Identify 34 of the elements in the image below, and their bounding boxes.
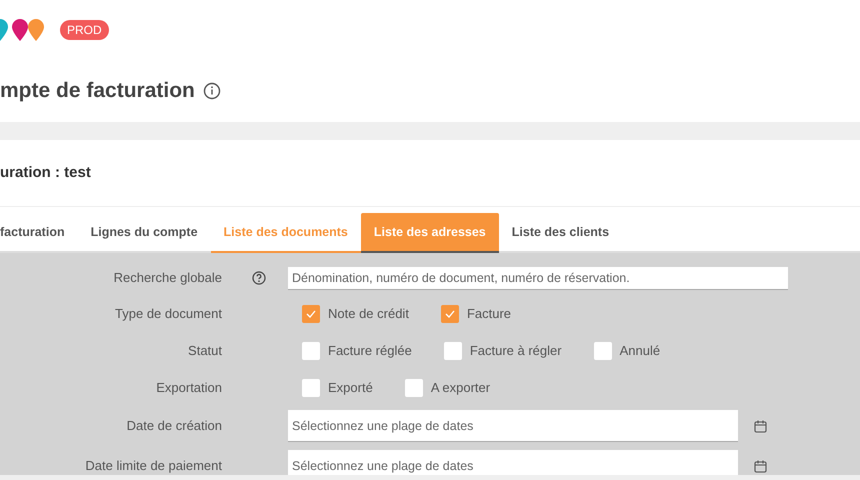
checkbox[interactable] xyxy=(302,342,320,360)
date-range-field[interactable]: Sélectionnez une plage de dates xyxy=(288,450,738,475)
checkbox[interactable] xyxy=(444,342,462,360)
search-field[interactable]: Dénomination, numéro de document, numéro de réservation. xyxy=(288,266,788,290)
field-label: Date de création xyxy=(126,417,222,436)
field-label: Type de document xyxy=(114,304,222,323)
calendar-icon[interactable] xyxy=(754,460,767,472)
checkbox-label[interactable]: Facture réglée xyxy=(328,340,412,360)
field-label: Recherche globale xyxy=(112,269,222,288)
checkbox[interactable] xyxy=(302,378,320,396)
checkbox-label[interactable]: A exporter xyxy=(430,378,490,398)
field-label: Exportation xyxy=(155,378,222,397)
checkbox-label[interactable]: Exporté xyxy=(328,378,373,398)
tab[interactable]: facturation xyxy=(0,213,78,253)
field-label: Date limite de paiement xyxy=(84,457,222,475)
logo-pins-icon xyxy=(0,18,44,42)
calendar-icon[interactable] xyxy=(754,420,767,432)
checkbox[interactable] xyxy=(302,304,320,322)
checkbox[interactable] xyxy=(440,304,459,322)
environment-badge: PROD xyxy=(60,20,109,40)
date-range-field[interactable]: Sélectionnez une plage de dates xyxy=(288,410,738,442)
checkbox[interactable] xyxy=(404,378,423,396)
checkbox-label[interactable]: Annulé xyxy=(620,340,660,360)
tab[interactable]: Lignes du compte xyxy=(78,213,211,253)
info-icon xyxy=(202,82,221,100)
tab[interactable]: Liste des clients xyxy=(498,213,622,253)
page-title: mpte de facturation xyxy=(0,78,195,104)
card-title: uration : test xyxy=(0,162,91,183)
checkbox-label[interactable]: Facture xyxy=(466,304,512,324)
checkbox-label[interactable]: Note de crédit xyxy=(328,304,409,324)
checkbox-label[interactable]: Facture à régler xyxy=(470,340,562,360)
checkbox[interactable] xyxy=(594,342,612,360)
field-label: Statut xyxy=(187,342,222,360)
help-icon[interactable] xyxy=(252,271,266,285)
